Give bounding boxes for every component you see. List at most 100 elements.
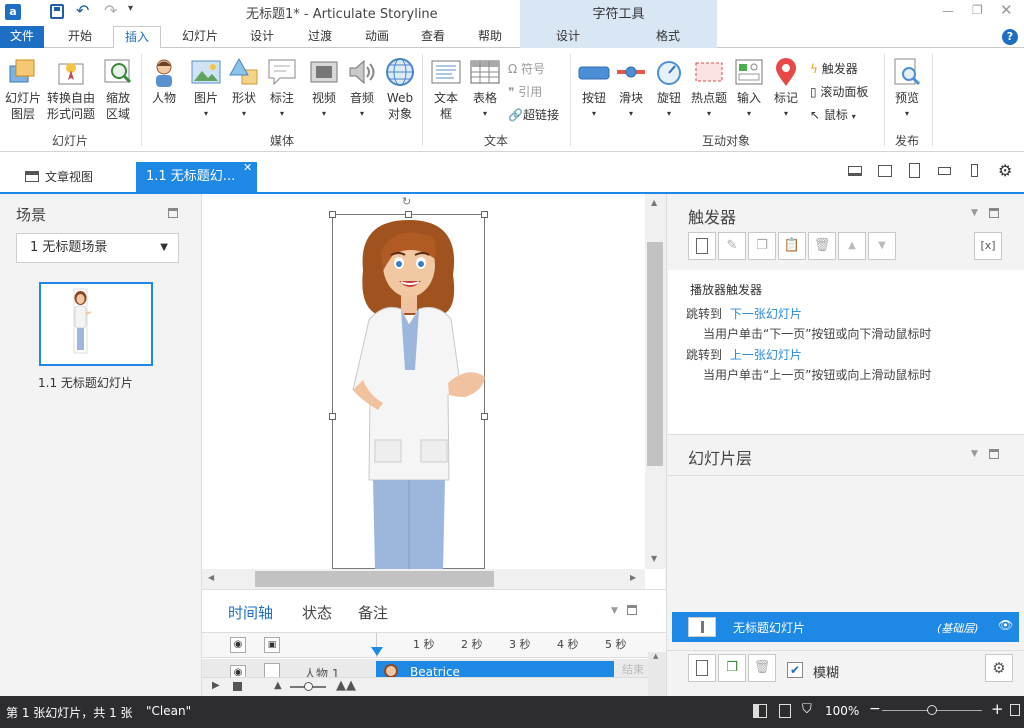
scroll-down-icon[interactable]: ▼ [651, 554, 657, 563]
settings-gear-icon[interactable]: ⚙ [998, 161, 1012, 180]
slider-button[interactable]: 滑块 ▾ [613, 56, 649, 122]
pane-float-icon[interactable] [989, 208, 999, 218]
layer-settings-button[interactable]: ⚙ [985, 654, 1013, 682]
tab-design[interactable]: 设计 [242, 26, 282, 48]
tab-ctx-format[interactable]: 格式 [640, 26, 696, 48]
tab-animations[interactable]: 动画 [357, 26, 397, 48]
callout-dropdown-icon[interactable]: ▾ [264, 106, 300, 122]
zoom-in-icon[interactable]: ▲▲ [336, 678, 356, 693]
resize-handle[interactable] [329, 211, 336, 218]
timeline-ruler[interactable]: 1 秒 2 秒 3 秒 4 秒 5 秒 [371, 633, 638, 657]
delete-layer-button[interactable]: 🗑 [748, 654, 776, 682]
symbol-button[interactable]: Ω 符号 [508, 59, 545, 79]
zoom-slider-thumb[interactable] [927, 705, 937, 715]
duplicate-layer-button[interactable]: ❐ [718, 654, 746, 682]
delete-trigger-button[interactable]: 🗑 [808, 232, 836, 260]
slider-dropdown-icon[interactable]: ▾ [613, 106, 649, 122]
tab-file[interactable]: 文件 [0, 26, 44, 48]
move-down-button[interactable]: ▼ [868, 232, 896, 260]
trigger-target-link[interactable]: 下一张幻灯片 [730, 307, 802, 321]
tab-home[interactable]: 开始 [60, 26, 100, 48]
marker-button[interactable]: 标记 ▾ [768, 56, 804, 122]
trigger-target-link[interactable]: 上一张幻灯片 [730, 348, 802, 362]
playhead-icon[interactable] [371, 647, 383, 656]
fit-view-icon[interactable]: ⛉ [802, 702, 812, 717]
pane-float-icon[interactable] [627, 605, 637, 615]
reference-button[interactable]: ❞ 引用 [508, 82, 542, 102]
horizontal-scroll-thumb[interactable] [255, 571, 494, 587]
input-button[interactable]: 输入 ▾ [731, 56, 767, 122]
resize-handle[interactable] [329, 413, 336, 420]
device-tablet-landscape-icon[interactable] [878, 165, 892, 177]
scroll-right-icon[interactable]: ▶ [630, 573, 636, 582]
slide-tab[interactable]: 1.1 无标题幻... ✕ [136, 161, 257, 192]
save-icon[interactable] [50, 4, 64, 19]
character-button[interactable]: 人物 [146, 56, 182, 106]
picture-button[interactable]: 图片 ▾ [188, 56, 224, 122]
hyperlink-button[interactable]: 🔗超链接 [508, 105, 559, 125]
scroll-up-icon[interactable]: ▲ [653, 652, 658, 660]
tab-view[interactable]: 查看 [413, 26, 453, 48]
pane-float-icon[interactable] [168, 208, 178, 218]
move-up-button[interactable]: ▲ [838, 232, 866, 260]
device-phone-portrait-icon[interactable] [971, 164, 978, 177]
restore-icon[interactable]: ❐ [972, 3, 983, 17]
device-phone-landscape-icon[interactable] [938, 167, 951, 175]
redo-icon[interactable]: ↷ [104, 1, 117, 20]
copy-trigger-button[interactable]: ❐ [748, 232, 776, 260]
mouse-dropdown-icon[interactable]: ▾ [852, 112, 856, 121]
tab-timeline[interactable]: 时间轴 [228, 602, 273, 623]
character-selection[interactable]: ↻ [329, 195, 488, 570]
zoom-out-icon[interactable]: ▲ [274, 680, 282, 691]
marker-dropdown-icon[interactable]: ▾ [768, 106, 804, 122]
tab-states[interactable]: 状态 [302, 602, 332, 623]
tab-ctx-design[interactable]: 设计 [540, 26, 596, 48]
resize-handle[interactable] [481, 413, 488, 420]
scrolling-panel-button[interactable]: ▯ 滚动面板 [810, 82, 868, 102]
tab-slides[interactable]: 幻灯片 [176, 26, 224, 48]
fit-window-icon[interactable] [1010, 704, 1020, 716]
device-tablet-portrait-icon[interactable] [909, 163, 920, 178]
new-trigger-button[interactable] [688, 232, 716, 260]
input-dropdown-icon[interactable]: ▾ [731, 106, 767, 122]
table-dropdown-icon[interactable]: ▾ [467, 106, 503, 122]
zoom-out-button[interactable]: − [869, 701, 881, 717]
trigger-item[interactable]: 跳转到 下一张幻灯片 当用户单击“下一页”按钮或向下滑动鼠标时 [686, 305, 1016, 342]
timeline-scrollbar[interactable]: ▲ [648, 652, 666, 697]
layers-collapse-icon[interactable]: ▼ [971, 449, 978, 459]
paste-trigger-button[interactable]: 📋 [778, 232, 806, 260]
slide-layers-button[interactable]: 幻灯片 图层 [2, 56, 44, 122]
quick-access-dropdown-icon[interactable]: ▾ [128, 3, 133, 14]
device-laptop-icon[interactable] [848, 166, 862, 176]
horizontal-scrollbar[interactable]: ◀ ▶ [202, 569, 645, 589]
audio-dropdown-icon[interactable]: ▾ [344, 106, 380, 122]
shape-dropdown-icon[interactable]: ▾ [226, 106, 262, 122]
new-layer-button[interactable] [688, 654, 716, 682]
timeline-menu-icon[interactable]: ▼ [611, 606, 618, 616]
video-dropdown-icon[interactable]: ▾ [306, 106, 342, 122]
button-dropdown-icon[interactable]: ▾ [576, 106, 612, 122]
dial-button[interactable]: 旋钮 ▾ [651, 56, 687, 122]
scroll-up-icon[interactable]: ▲ [651, 198, 657, 207]
picture-dropdown-icon[interactable]: ▾ [188, 106, 224, 122]
web-object-button[interactable]: Web 对象 [382, 56, 418, 122]
hotspot-dropdown-icon[interactable]: ▾ [689, 106, 729, 122]
base-layer-row[interactable]: 无标题幻灯片 (基础层) 👁 [672, 612, 1019, 642]
variables-button[interactable]: [x] [974, 232, 1002, 260]
button-button[interactable]: 按钮 ▾ [576, 56, 612, 122]
preview-button[interactable]: 预览 ▾ [888, 56, 926, 122]
normal-view-icon[interactable] [753, 704, 767, 718]
scene-dropdown[interactable]: 1 无标题场景 ▼ [16, 233, 179, 263]
eye-icon[interactable]: ◉ [230, 637, 246, 653]
help-icon[interactable]: ? [1002, 29, 1018, 45]
trigger-button[interactable]: ϟ 触发器 [810, 59, 858, 79]
edit-trigger-button[interactable]: ✎ [718, 232, 746, 260]
trigger-item[interactable]: 跳转到 上一张幻灯片 当用户单击“上一页”按钮或向上滑动鼠标时 [686, 346, 1016, 383]
tab-notes[interactable]: 备注 [358, 602, 388, 623]
tab-transitions[interactable]: 过渡 [300, 26, 340, 48]
resize-handle[interactable] [405, 211, 412, 218]
stop-icon[interactable] [233, 682, 242, 691]
zoom-in-button[interactable]: + [991, 700, 1004, 718]
video-button[interactable]: 视频 ▾ [306, 56, 342, 122]
layer-eye-icon[interactable]: 👁 [998, 618, 1013, 632]
